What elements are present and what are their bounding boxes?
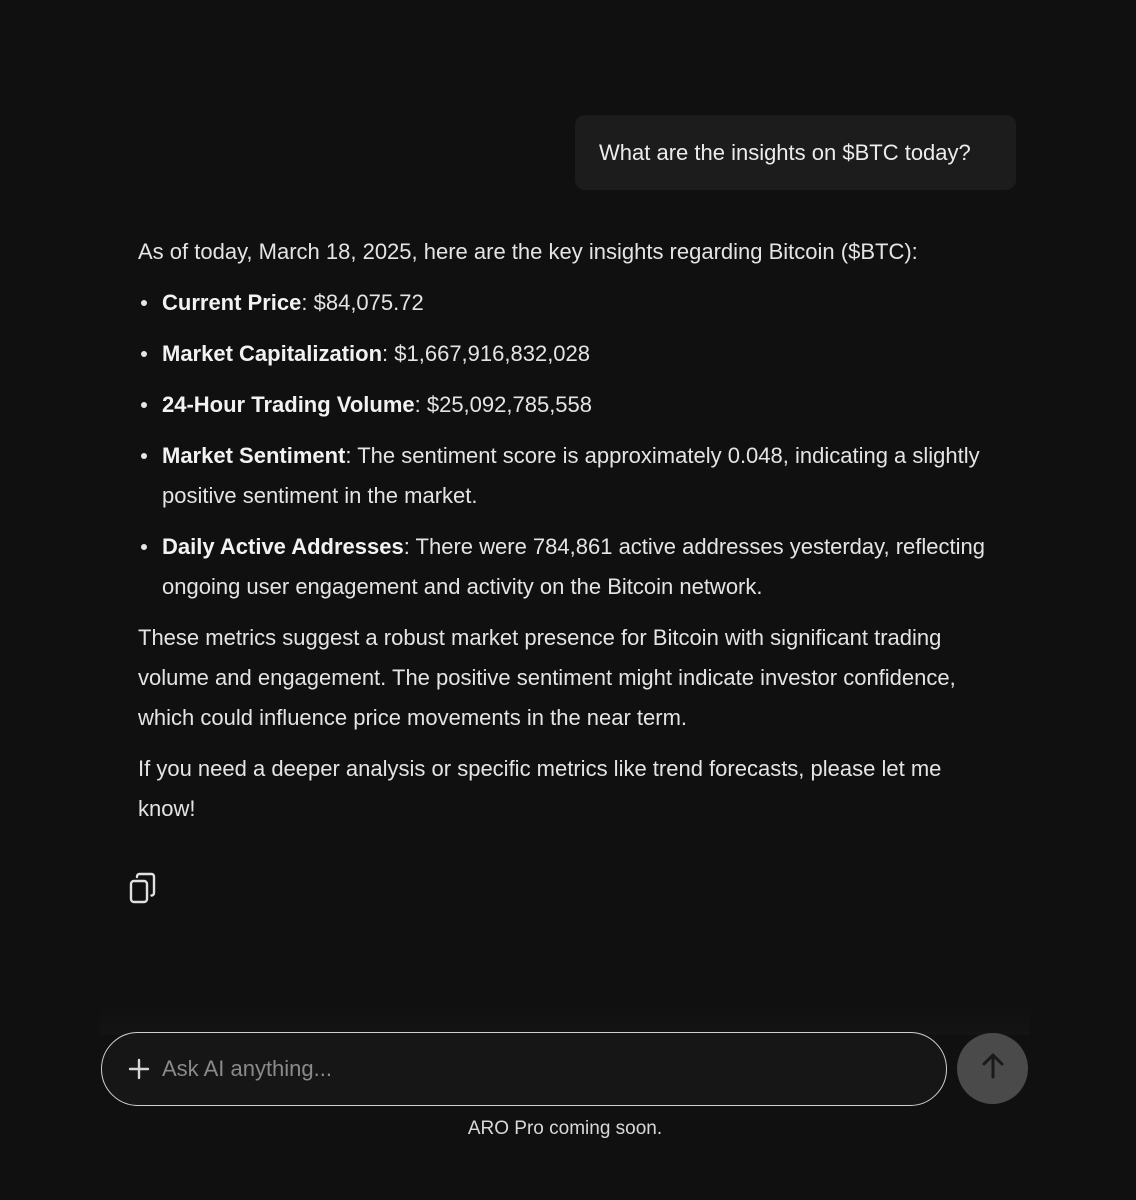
list-item: Daily Active Addresses: There were 784,8… <box>138 527 998 607</box>
insights-list: Current Price: $84,075.72 Market Capital… <box>138 283 998 607</box>
user-message-text: What are the insights on $BTC today? <box>599 139 971 165</box>
chat-page: What are the insights on $BTC today? As … <box>0 0 1136 1200</box>
list-item: Market Capitalization: $1,667,916,832,02… <box>138 334 998 374</box>
send-button[interactable] <box>957 1033 1028 1104</box>
list-item: Market Sentiment: The sentiment score is… <box>138 436 998 516</box>
bullet-label: Daily Active Addresses <box>162 534 404 559</box>
answer-paragraph: These metrics suggest a robust market pr… <box>138 625 956 730</box>
bullet-text: : $1,667,916,832,028 <box>382 341 591 366</box>
bullet-label: Market Capitalization <box>162 341 383 366</box>
bullet-label: Market Sentiment <box>162 443 346 468</box>
answer-paragraph: If you need a deeper analysis or specifi… <box>138 756 942 821</box>
list-item: Current Price: $84,075.72 <box>138 283 998 323</box>
answer-intro: As of today, March 18, 2025, here are th… <box>138 239 918 264</box>
bullet-text: : $84,075.72 <box>301 290 424 315</box>
bullet-label: Current Price <box>162 290 302 315</box>
plus-icon[interactable] <box>126 1056 152 1082</box>
composer-backdrop <box>100 1005 1030 1035</box>
list-item: 24-Hour Trading Volume: $25,092,785,558 <box>138 385 998 425</box>
arrow-up-icon <box>980 1052 1006 1085</box>
bullet-text: : $25,092,785,558 <box>414 392 593 417</box>
bullet-label: 24-Hour Trading Volume <box>162 392 415 417</box>
ask-ai-input[interactable] <box>162 1056 922 1082</box>
chat-composer <box>101 1032 947 1106</box>
assistant-answer: As of today, March 18, 2025, here are th… <box>138 232 998 840</box>
copy-icon[interactable] <box>128 872 158 906</box>
footer-note: ARO Pro coming soon. <box>467 1118 663 1139</box>
user-message-bubble: What are the insights on $BTC today? <box>575 115 1016 190</box>
